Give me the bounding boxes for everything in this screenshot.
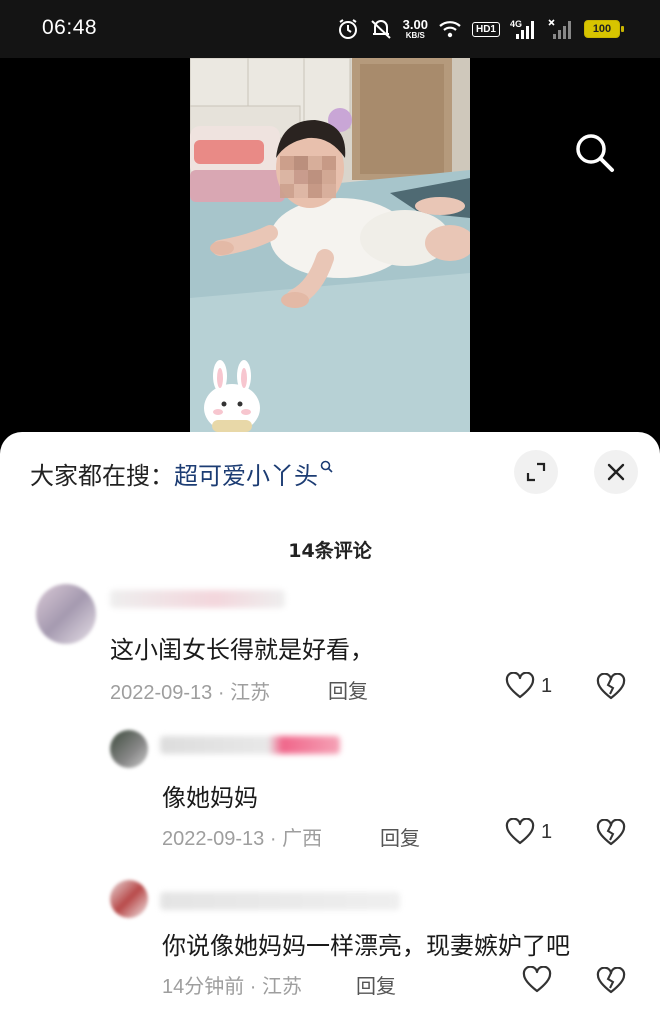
comment-location: 江苏 — [230, 682, 271, 704]
comment-location: 江苏 — [262, 976, 303, 998]
expand-icon — [526, 462, 546, 482]
net-speed-unit: KB/S — [405, 31, 425, 40]
username-redacted[interactable] — [160, 892, 400, 910]
like-button[interactable] — [522, 966, 558, 994]
broken-heart-icon — [596, 966, 626, 994]
broken-heart-icon — [596, 672, 626, 700]
comment-meta: 14分钟前 · 江苏 — [162, 976, 303, 998]
search-icon — [576, 134, 614, 172]
close-icon — [607, 463, 625, 481]
no-signal-icon — [548, 18, 574, 40]
comment-date: 2022-09-13 — [110, 682, 213, 704]
comment-text: 像她妈妈 — [162, 784, 258, 812]
svg-text:4G: 4G — [510, 19, 522, 29]
heart-icon — [505, 672, 535, 699]
comment-text: 这小闺女长得就是好看， — [110, 636, 374, 664]
comment-meta: 2022-09-13 · 广西 — [162, 828, 323, 850]
comment-sheet: 大家都在搜： 超可爱小丫头 14条评论 这小闺女长得就是好看， 2022-09-… — [0, 432, 660, 1029]
like-count: 1 — [541, 820, 553, 843]
like-button[interactable]: 1 — [505, 672, 552, 700]
close-button[interactable] — [594, 450, 638, 494]
wifi-icon — [438, 19, 462, 39]
username-redacted[interactable] — [160, 736, 340, 754]
comment-text: 你说像她妈妈一样漂亮，现妻嫉妒了吧 — [162, 932, 570, 960]
status-time: 06:48 — [42, 16, 98, 39]
comment-date: 14分钟前 — [162, 976, 245, 998]
network-speed: 3.00 KB/S — [403, 18, 428, 40]
status-bar: 06:48 3.00 KB/S HD1 4G 100 — [0, 0, 660, 58]
hd-badge: HD1 — [471, 21, 500, 37]
comment-count: 14条评论 — [288, 540, 372, 562]
search-small-icon — [320, 460, 333, 477]
comment-location: 广西 — [282, 828, 323, 850]
avatar[interactable] — [36, 584, 96, 644]
video-player[interactable] — [0, 58, 660, 458]
username-redacted[interactable] — [110, 590, 285, 608]
dislike-button[interactable] — [596, 672, 626, 705]
net-speed-value: 3.00 — [402, 17, 428, 32]
search-button[interactable] — [572, 130, 616, 174]
battery-icon: 100 — [584, 20, 624, 38]
dislike-button[interactable] — [596, 818, 626, 851]
trending-search-keyword[interactable]: 超可爱小丫头 — [174, 456, 318, 491]
like-count: 1 — [541, 674, 553, 697]
heart-icon — [505, 818, 535, 845]
signal-icon: 4G — [510, 18, 538, 40]
expand-button[interactable] — [514, 450, 558, 494]
alarm-icon — [337, 18, 359, 40]
video-frame[interactable] — [190, 58, 470, 458]
trending-search-prefix: 大家都在搜： — [30, 462, 174, 490]
trending-search[interactable]: 大家都在搜： 超可爱小丫头 — [30, 456, 333, 491]
dislike-button[interactable] — [596, 966, 626, 999]
comment-meta: 2022-09-13 · 江苏 — [110, 682, 271, 704]
reply-button[interactable]: 回复 — [380, 822, 420, 851]
heart-icon — [522, 966, 552, 993]
comment-item: 这小闺女长得就是好看， 2022-09-13 · 江苏 回复 1 — [0, 572, 660, 712]
reply-button[interactable]: 回复 — [356, 970, 396, 999]
reply-item: 像她妈妈 2022-09-13 · 广西 回复 1 — [0, 722, 660, 862]
broken-heart-icon — [596, 818, 626, 846]
video-thumbnail-image — [190, 58, 470, 458]
avatar[interactable] — [110, 730, 148, 768]
mute-icon — [369, 18, 393, 40]
status-icons: 3.00 KB/S HD1 4G 100 — [337, 14, 624, 44]
avatar[interactable] — [110, 880, 148, 918]
comment-date: 2022-09-13 — [162, 828, 265, 850]
reply-button[interactable]: 回复 — [328, 675, 368, 704]
reply-item: 你说像她妈妈一样漂亮，现妻嫉妒了吧 14分钟前 · 江苏 回复 — [0, 872, 660, 1029]
like-button[interactable]: 1 — [505, 818, 552, 846]
